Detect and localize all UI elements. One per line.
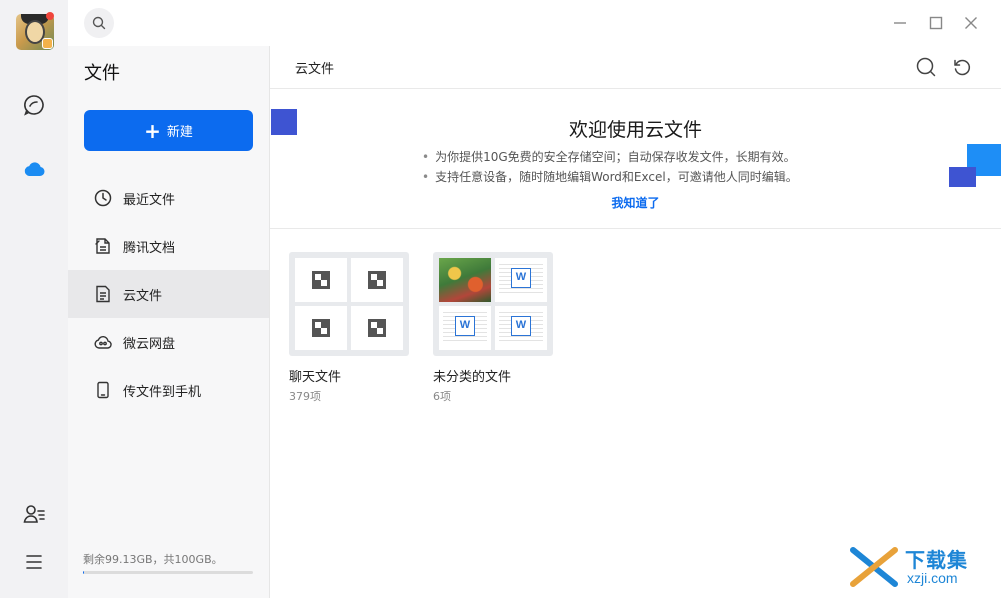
banner-title: 欢迎使用云文件 bbox=[568, 119, 702, 141]
search-icon bbox=[916, 57, 936, 77]
cloud-file-icon bbox=[93, 284, 113, 304]
search-button[interactable] bbox=[915, 56, 937, 78]
banner-line: • 为你提供10G免费的安全存储空间；自动保存收发文件，长期有效。 bbox=[422, 150, 796, 164]
welcome-banner: 欢迎使用云文件 • 为你提供10G免费的安全存储空间；自动保存收发文件，长期有效。… bbox=[270, 89, 1001, 229]
file-icon bbox=[312, 319, 330, 337]
global-search-button[interactable] bbox=[84, 8, 114, 38]
folder-thumbnail: W W W bbox=[433, 252, 553, 356]
cloud-icon[interactable] bbox=[22, 157, 46, 181]
sidebar-title: 文件 bbox=[84, 63, 120, 84]
watermark-subtitle: xzji.com bbox=[907, 570, 958, 586]
banner-decoration bbox=[949, 167, 976, 187]
folder-name: 聊天文件 bbox=[289, 370, 342, 385]
folder-name: 未分类的文件 bbox=[433, 370, 512, 385]
sidebar-item-tencent-docs[interactable]: 腾讯文档 bbox=[68, 222, 269, 270]
minimize-button[interactable] bbox=[889, 12, 911, 34]
image-thumb bbox=[439, 258, 491, 302]
contacts-icon[interactable] bbox=[22, 502, 46, 526]
notification-dot bbox=[46, 12, 54, 20]
photo-icon bbox=[439, 258, 491, 302]
folder-thumbnail bbox=[289, 252, 409, 356]
sidebar-item-label: 腾讯文档 bbox=[123, 240, 176, 256]
file-icon bbox=[312, 271, 330, 289]
close-button[interactable] bbox=[960, 12, 982, 34]
search-icon bbox=[92, 16, 106, 30]
clock-icon bbox=[93, 188, 113, 208]
folder-chat-files[interactable]: 聊天文件 379项 bbox=[289, 252, 409, 404]
status-badge bbox=[42, 38, 53, 49]
sidebar-item-cloud-files[interactable]: 云文件 bbox=[68, 270, 269, 318]
word-icon: W bbox=[455, 316, 475, 336]
refresh-icon bbox=[954, 59, 971, 76]
file-icon bbox=[368, 271, 386, 289]
storage-bar bbox=[83, 571, 253, 574]
file-thumb: W bbox=[439, 306, 491, 350]
folder-count: 379项 bbox=[289, 390, 321, 403]
file-thumb: W bbox=[495, 258, 547, 302]
main-header: 云文件 bbox=[270, 46, 1001, 89]
left-rail bbox=[0, 0, 68, 598]
sidebar-item-send-to-phone[interactable]: 传文件到手机 bbox=[68, 366, 269, 414]
file-thumb bbox=[351, 306, 403, 350]
file-thumb: W bbox=[495, 306, 547, 350]
sidebar-item-weiyun[interactable]: 微云网盘 bbox=[68, 318, 269, 366]
storage-text: 剩余99.13GB，共100GB。 bbox=[83, 553, 223, 566]
word-icon: W bbox=[511, 268, 531, 288]
plus-icon: + bbox=[144, 118, 161, 143]
file-thumb bbox=[295, 306, 347, 350]
tencent-docs-icon bbox=[93, 236, 113, 256]
title-bar bbox=[68, 0, 1001, 46]
sidebar-item-label: 最近文件 bbox=[123, 192, 176, 208]
sidebar-item-label: 传文件到手机 bbox=[123, 384, 202, 400]
dismiss-banner-link[interactable]: 我知道了 bbox=[270, 194, 1001, 211]
file-icon bbox=[368, 319, 386, 337]
banner-line: • 支持任意设备，随时随地编辑Word和Excel，可邀请他人同时编辑。 bbox=[422, 170, 798, 184]
new-button-label: 新建 bbox=[166, 125, 193, 140]
file-thumb bbox=[351, 258, 403, 302]
maximize-button[interactable] bbox=[925, 12, 947, 34]
phone-icon bbox=[93, 380, 113, 400]
storage-bar-fill bbox=[83, 571, 85, 574]
sidebar-item-label: 云文件 bbox=[123, 288, 163, 304]
file-thumb bbox=[295, 258, 347, 302]
refresh-button[interactable] bbox=[951, 56, 973, 78]
watermark-logo-icon bbox=[850, 547, 898, 587]
sidebar-nav: 最近文件 腾讯文档 云文件 微云网盘 传文件到手机 bbox=[68, 174, 269, 414]
menu-icon[interactable] bbox=[22, 550, 46, 574]
folder-uncategorized[interactable]: W W W 未分类的文件 6项 bbox=[433, 252, 553, 404]
weiyun-icon bbox=[93, 332, 113, 352]
banner-description: • 为你提供10G免费的安全存储空间；自动保存收发文件，长期有效。 • 支持任意设备… bbox=[422, 147, 798, 187]
chat-icon[interactable] bbox=[22, 93, 46, 117]
file-sidebar: 文件 + 新建 最近文件 腾讯文档 云文件 微云网盘 传文件到手机 剩余99.1… bbox=[68, 46, 270, 598]
folder-count: 6项 bbox=[433, 390, 451, 403]
page-title: 云文件 bbox=[295, 62, 335, 77]
watermark-title: 下载集 bbox=[905, 548, 968, 572]
site-watermark: 下载集 xzji.com bbox=[849, 544, 989, 590]
sidebar-item-label: 微云网盘 bbox=[123, 336, 176, 352]
word-icon: W bbox=[511, 316, 531, 336]
main-panel: 云文件 欢迎使用云文件 • 为你提供10G免费的安全存储空间；自动保存收发文件，长… bbox=[270, 46, 1001, 598]
new-button[interactable]: + 新建 bbox=[84, 110, 253, 151]
sidebar-item-recent[interactable]: 最近文件 bbox=[68, 174, 269, 222]
